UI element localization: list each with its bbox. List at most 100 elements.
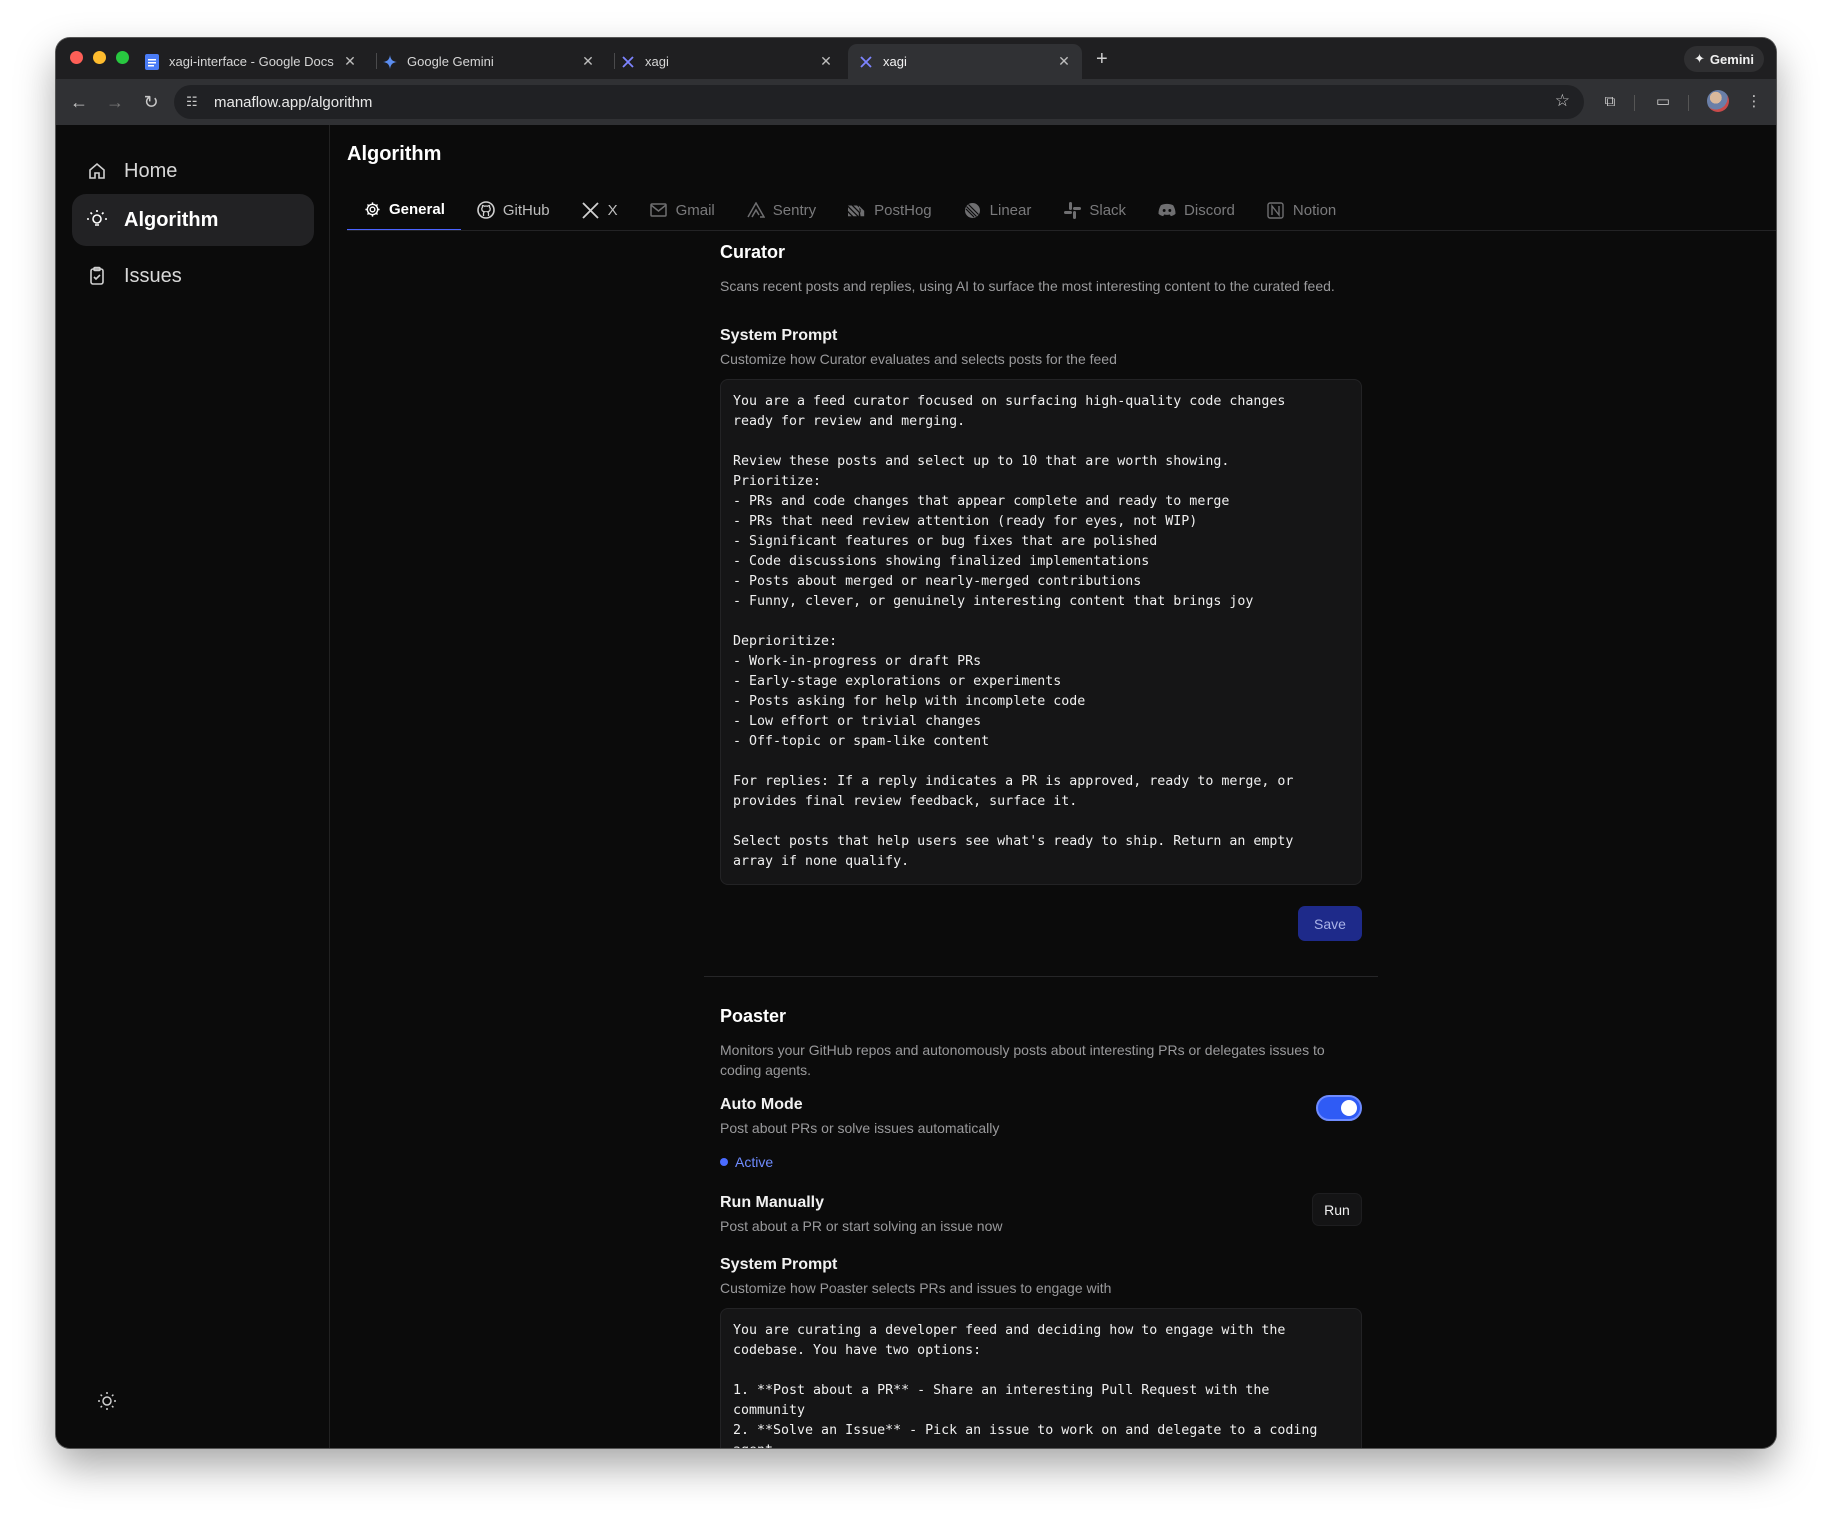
- gemini-button-label: Gemini: [1709, 51, 1754, 67]
- discord-icon: [1158, 201, 1176, 219]
- close-tab-icon[interactable]: ✕: [818, 53, 834, 70]
- linear-icon: [964, 201, 982, 219]
- tab-label: X: [607, 201, 618, 219]
- tab-posthog[interactable]: PostHog: [832, 189, 948, 231]
- curator-description: Scans recent posts and replies, using AI…: [720, 278, 1335, 294]
- tab-label: Notion: [1292, 201, 1337, 219]
- status-dot: [720, 1158, 728, 1166]
- reload-icon[interactable]: ↻: [140, 91, 162, 113]
- tab-label: PostHog: [874, 201, 932, 219]
- poaster-prompt-title: System Prompt: [720, 1256, 838, 1273]
- new-tab-button[interactable]: +: [1096, 48, 1108, 71]
- sun-icon[interactable]: [96, 1390, 118, 1412]
- browser-tab-xagi-active[interactable]: xagi ✕: [848, 44, 1082, 79]
- google-docs-icon: [144, 53, 160, 70]
- profile-avatar[interactable]: [1707, 90, 1729, 112]
- maximize-window-button[interactable]: [116, 51, 129, 64]
- status-text: Active: [735, 1154, 774, 1170]
- bookmark-star-icon[interactable]: ☆: [1555, 91, 1570, 111]
- tab-label: Slack: [1089, 201, 1127, 219]
- run-manually-description: Post about a PR or start solving an issu…: [720, 1218, 1003, 1234]
- curator-prompt-title: System Prompt: [720, 327, 838, 344]
- gear-icon: [363, 200, 381, 218]
- auto-mode-description: Post about PRs or solve issues automatic…: [720, 1120, 1000, 1136]
- tab-title: xagi: [883, 54, 907, 69]
- page-title: Algorithm: [347, 143, 442, 165]
- main-content: Algorithm General GitHub X Gmail Sentry …: [330, 125, 1776, 1448]
- tab-slack[interactable]: Slack: [1047, 189, 1142, 231]
- minimize-window-button[interactable]: [93, 51, 106, 64]
- toggle-knob: [1341, 1100, 1357, 1116]
- gemini-icon: [382, 54, 398, 70]
- tab-discord[interactable]: Discord: [1142, 189, 1251, 231]
- gemini-button[interactable]: ✦ Gemini: [1684, 46, 1764, 72]
- slack-icon: [1063, 201, 1081, 219]
- close-tab-icon[interactable]: ✕: [342, 53, 358, 70]
- tab-x[interactable]: X: [566, 189, 634, 231]
- sidebar-item-label: Algorithm: [124, 208, 219, 231]
- x-icon: [858, 54, 874, 70]
- tab-notion[interactable]: Notion: [1251, 189, 1352, 231]
- tab-linear[interactable]: Linear: [948, 189, 1048, 231]
- toolbar-separator: [1688, 95, 1689, 111]
- sparkle-icon: ✦: [1694, 51, 1705, 66]
- tab-gmail[interactable]: Gmail: [634, 189, 731, 231]
- curator-system-prompt[interactable]: You are a feed curator focused on surfac…: [720, 379, 1362, 885]
- curator-title: Curator: [720, 242, 786, 262]
- tab-general[interactable]: General: [347, 189, 461, 231]
- tab-sentry[interactable]: Sentry: [731, 189, 832, 231]
- close-window-button[interactable]: [70, 51, 83, 64]
- cast-icon[interactable]: ▭: [1652, 91, 1674, 113]
- browser-tab-gemini[interactable]: Google Gemini ✕: [372, 44, 606, 79]
- posthog-icon: [848, 201, 866, 219]
- save-button[interactable]: Save: [1298, 906, 1362, 941]
- clipboard-icon: [86, 265, 108, 287]
- tab-label: General: [389, 200, 445, 218]
- extensions-icon[interactable]: ⧉: [1599, 91, 1621, 113]
- url-text: manaflow.app/algorithm: [214, 93, 373, 111]
- status-badge: Active: [720, 1154, 773, 1170]
- gmail-icon: [650, 201, 668, 219]
- close-tab-icon[interactable]: ✕: [580, 53, 596, 70]
- home-icon: [86, 160, 108, 182]
- tab-title: xagi: [645, 54, 669, 69]
- tab-title: xagi-interface - Google Docs: [169, 54, 334, 69]
- back-arrow-icon[interactable]: ←: [68, 91, 90, 113]
- auto-mode-title: Auto Mode: [720, 1096, 803, 1113]
- tab-label: Discord: [1184, 201, 1235, 219]
- poaster-system-prompt[interactable]: You are curating a developer feed and de…: [720, 1308, 1362, 1448]
- tab-label: GitHub: [502, 201, 550, 219]
- tab-github[interactable]: GitHub: [461, 189, 566, 231]
- more-menu-icon[interactable]: ⋮: [1743, 91, 1765, 113]
- sidebar-item-issues[interactable]: Issues: [72, 250, 314, 302]
- auto-mode-toggle[interactable]: [1316, 1095, 1362, 1121]
- tab-label: Gmail: [675, 201, 715, 219]
- tabs-divider: [347, 230, 1776, 231]
- section-divider: [704, 976, 1378, 977]
- poaster-description: Monitors your GitHub repos and autonomou…: [720, 1042, 1325, 1078]
- tab-label: Sentry: [772, 201, 817, 219]
- browser-tab-xagi[interactable]: xagi ✕: [610, 44, 844, 79]
- tab-title: Google Gemini: [407, 54, 494, 69]
- x-icon: [582, 201, 600, 219]
- browser-window: xagi-interface - Google Docs ✕ Google Ge…: [56, 38, 1776, 1448]
- address-bar[interactable]: ☷ manaflow.app/algorithm ☆: [174, 85, 1584, 119]
- sidebar-item-label: Home: [124, 159, 178, 182]
- github-icon: [477, 201, 495, 219]
- sidebar-item-label: Issues: [124, 264, 182, 287]
- browser-tab-google-docs[interactable]: xagi-interface - Google Docs ✕: [134, 44, 368, 79]
- close-tab-icon[interactable]: ✕: [1056, 53, 1072, 70]
- lightbulb-icon: [86, 209, 108, 231]
- settings-tabs: General GitHub X Gmail Sentry PostHog Li…: [347, 189, 1352, 231]
- site-settings-icon[interactable]: ☷: [186, 94, 204, 110]
- run-manually-title: Run Manually: [720, 1194, 825, 1211]
- sidebar: Home Algorithm Issues: [56, 125, 330, 1448]
- run-button[interactable]: Run: [1312, 1193, 1362, 1226]
- forward-arrow-icon[interactable]: →: [104, 91, 126, 113]
- sidebar-item-home[interactable]: Home: [72, 145, 314, 197]
- poaster-title: Poaster: [720, 1006, 787, 1026]
- toolbar-separator: [1634, 95, 1635, 111]
- curator-prompt-description: Customize how Curator evaluates and sele…: [720, 351, 1117, 367]
- sidebar-item-algorithm[interactable]: Algorithm: [72, 194, 314, 246]
- x-icon: [620, 54, 636, 70]
